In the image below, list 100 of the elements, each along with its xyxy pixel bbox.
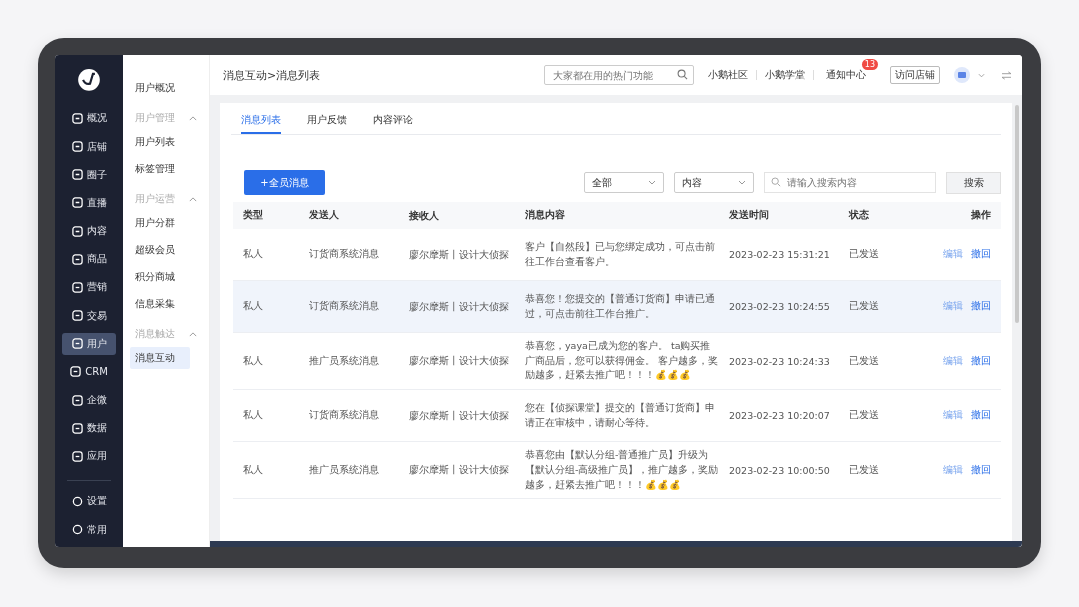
table-row[interactable]: 私人 订货商系统消息 廖尔摩斯丨设计大侦探 您在【侦探课堂】提交的【普通订货商】申请正在审核中，请耐心等待。 2023-02-23 10:20:07 已发送 编辑 撤回 — [233, 390, 1001, 443]
table-cell-text: 推广员系统消息 — [308, 354, 380, 368]
avatar-icon[interactable] — [954, 67, 970, 83]
table-cell-text: 私人 — [242, 248, 264, 261]
tab[interactable]: 消息列表 — [241, 113, 281, 134]
column-header: 消息内容 — [524, 208, 566, 223]
nav-item[interactable]: 营销 — [62, 276, 116, 299]
search-button[interactable]: 搜索 — [946, 171, 1001, 194]
chevron-icon[interactable] — [189, 331, 197, 337]
table-cell-text: 恭喜您！您提交的【普通订货商】申请已通过，可点击前往工作台推广。 — [524, 291, 716, 321]
caret-icon[interactable] — [978, 72, 985, 78]
add-message-button[interactable]: +全员消息 — [244, 170, 325, 195]
table-cell-text: 已发送 — [848, 300, 880, 313]
table-cell-text: 私人 — [242, 463, 264, 477]
submenu-item[interactable]: 积分商城 — [130, 266, 190, 288]
submenu-item[interactable]: 用户概况 — [130, 77, 190, 99]
table-cell-text: 廖尔摩斯丨设计大侦探 — [408, 408, 510, 423]
table-cell-text: 推广员系统消息 — [308, 463, 380, 477]
table-cell-text: 私人 — [242, 300, 264, 313]
submenu-item[interactable]: 标签管理 — [130, 158, 190, 180]
table-cell-text: 客户【自然段】已与您绑定成功，可点击前往工作台查看客户。 — [524, 239, 716, 269]
header-link[interactable]: 小鹅学堂 — [765, 68, 805, 82]
table-cell-text: 订货商系统消息 — [308, 409, 380, 423]
table-cell-text: 廖尔摩斯丨设计大侦探 — [408, 463, 510, 478]
nav-item[interactable]: 内容 — [62, 220, 116, 242]
table-cell-text: 私人 — [242, 354, 264, 368]
filter-dropdown[interactable]: 全部 — [584, 172, 664, 193]
submenu-item[interactable]: 用户分群 — [130, 212, 190, 234]
nav-icon — [71, 253, 83, 265]
chevron-icon[interactable] — [189, 196, 197, 202]
nav-icon — [71, 394, 83, 406]
visit-store-button[interactable]: 访问店铺 — [890, 66, 940, 84]
nav-item[interactable]: 用户 — [62, 332, 116, 355]
nav-item[interactable]: 应用 — [62, 445, 116, 468]
nav-item[interactable]: 直播 — [62, 192, 116, 214]
count-badge: 13 — [861, 59, 878, 70]
table-cell-text: 廖尔摩斯丨设计大侦探 — [408, 354, 510, 369]
switch-icon[interactable] — [1001, 70, 1012, 80]
tab[interactable]: 内容评论 — [373, 113, 413, 134]
header-link[interactable]: 小鹅社区 — [708, 68, 748, 82]
column-header: 操作 — [970, 209, 992, 222]
table-row[interactable]: 私人 推广员系统消息 廖尔摩斯丨设计大侦探 恭喜您，yaya已成为您的客户。 ta购买推广商品后，您可以获得佣金。 客户越多，奖励越多，赶紧去推广吧！！！💰💰💰 2023-02-23 10:24:33 已发送 编辑 撤回 — [233, 333, 1001, 391]
column-header: 发送人 — [308, 209, 340, 222]
submenu-item[interactable]: 信息采集 — [130, 293, 190, 315]
nav-item[interactable]: 数据 — [62, 417, 116, 439]
nav-icon — [71, 225, 83, 237]
group-title: 消息触达 — [135, 327, 175, 341]
table-row[interactable]: 私人 推广员系统消息 廖尔摩斯丨设计大侦探 恭喜您由【默认分组-普通推广员】升级为【默认分组-高级推广员】，推广越多，奖励越多，赶紧去推广吧！！！💰💰💰 2023-02-23 10:00:50 已发送 编辑 撤回 — [233, 442, 1001, 500]
table-cell-text: 2023-02-23 10:20:07 — [728, 410, 831, 422]
nav-item[interactable]: 设置 — [62, 490, 116, 513]
nav-item[interactable]: 交易 — [62, 304, 116, 327]
nav-icon — [71, 450, 83, 462]
table-cell-text: 已发送 — [848, 248, 880, 261]
column-header: 类型 — [242, 209, 264, 222]
column-header: 发送时间 — [728, 209, 770, 222]
column-header: 接收人 — [408, 208, 440, 223]
filter-dropdown[interactable]: 内容 — [674, 172, 754, 193]
column-header: 状态 — [847, 209, 870, 222]
action-link[interactable]: 撤回 — [971, 354, 991, 368]
notification-link[interactable]: 通知中心 — [826, 69, 866, 80]
submenu-item[interactable]: 消息互动 — [130, 347, 190, 369]
search-icon — [677, 69, 688, 80]
nav-item[interactable]: 店铺 — [62, 135, 116, 158]
scrollbar[interactable] — [1015, 105, 1019, 323]
search-field[interactable]: 大家都在用的热门功能 — [544, 65, 694, 85]
table-cell-text: 已发送 — [848, 354, 880, 368]
table-cell-text: 2023-02-23 15:31:21 — [728, 249, 831, 260]
nav-item[interactable]: CRM — [62, 361, 116, 383]
action-link[interactable]: 撤回 — [971, 409, 991, 423]
nav-icon — [71, 141, 83, 153]
tab[interactable]: 用户反馈 — [307, 113, 347, 134]
group-title: 用户管理 — [135, 111, 175, 125]
action-link[interactable]: 撤回 — [971, 248, 991, 261]
table-cell-text: 廖尔摩斯丨设计大侦探 — [408, 299, 510, 314]
nav-item[interactable]: 企微 — [62, 389, 116, 411]
nav-item[interactable]: 商品 — [62, 248, 116, 271]
action-link[interactable]: 撤回 — [971, 463, 991, 477]
nav-item[interactable]: 概况 — [62, 107, 116, 130]
table-cell-text: 恭喜您由【默认分组-普通推广员】升级为【默认分组-高级推广员】，推广越多，奖励越多，赶紧去推广吧！！！💰💰💰 — [524, 448, 719, 492]
table-cell-text: 2023-02-23 10:24:55 — [728, 301, 831, 312]
nav-icon — [70, 366, 82, 378]
action-link[interactable]: 撤回 — [971, 300, 991, 313]
group-title: 用户运营 — [135, 192, 175, 206]
breadcrumb: 消息互动>消息列表 — [223, 67, 322, 83]
nav-item[interactable]: 常用 — [62, 518, 116, 541]
table-cell-text: 已发送 — [848, 463, 880, 477]
table-cell-text: 订货商系统消息 — [308, 300, 380, 313]
submenu-item[interactable]: 用户列表 — [130, 131, 190, 153]
nav-item[interactable]: 圈子 — [62, 163, 116, 186]
caret-icon — [648, 180, 656, 185]
nav-icon — [71, 524, 83, 536]
nav-icon — [71, 169, 83, 181]
submenu-item[interactable]: 超级会员 — [130, 239, 190, 261]
nav-icon — [71, 496, 83, 507]
logo-icon — [77, 68, 101, 92]
chevron-icon[interactable] — [189, 115, 197, 121]
nav-icon — [71, 422, 83, 434]
table-cell-text: 私人 — [242, 409, 264, 423]
search-field[interactable]: 请输入搜索内容 — [764, 172, 936, 193]
table-row[interactable]: 私人 订货商系统消息 廖尔摩斯丨设计大侦探 恭喜您！您提交的【普通订货商】申请已通过，可点击前往工作台推广。 2023-02-23 10:24:55 已发送 编辑 撤回 — [233, 281, 1001, 333]
